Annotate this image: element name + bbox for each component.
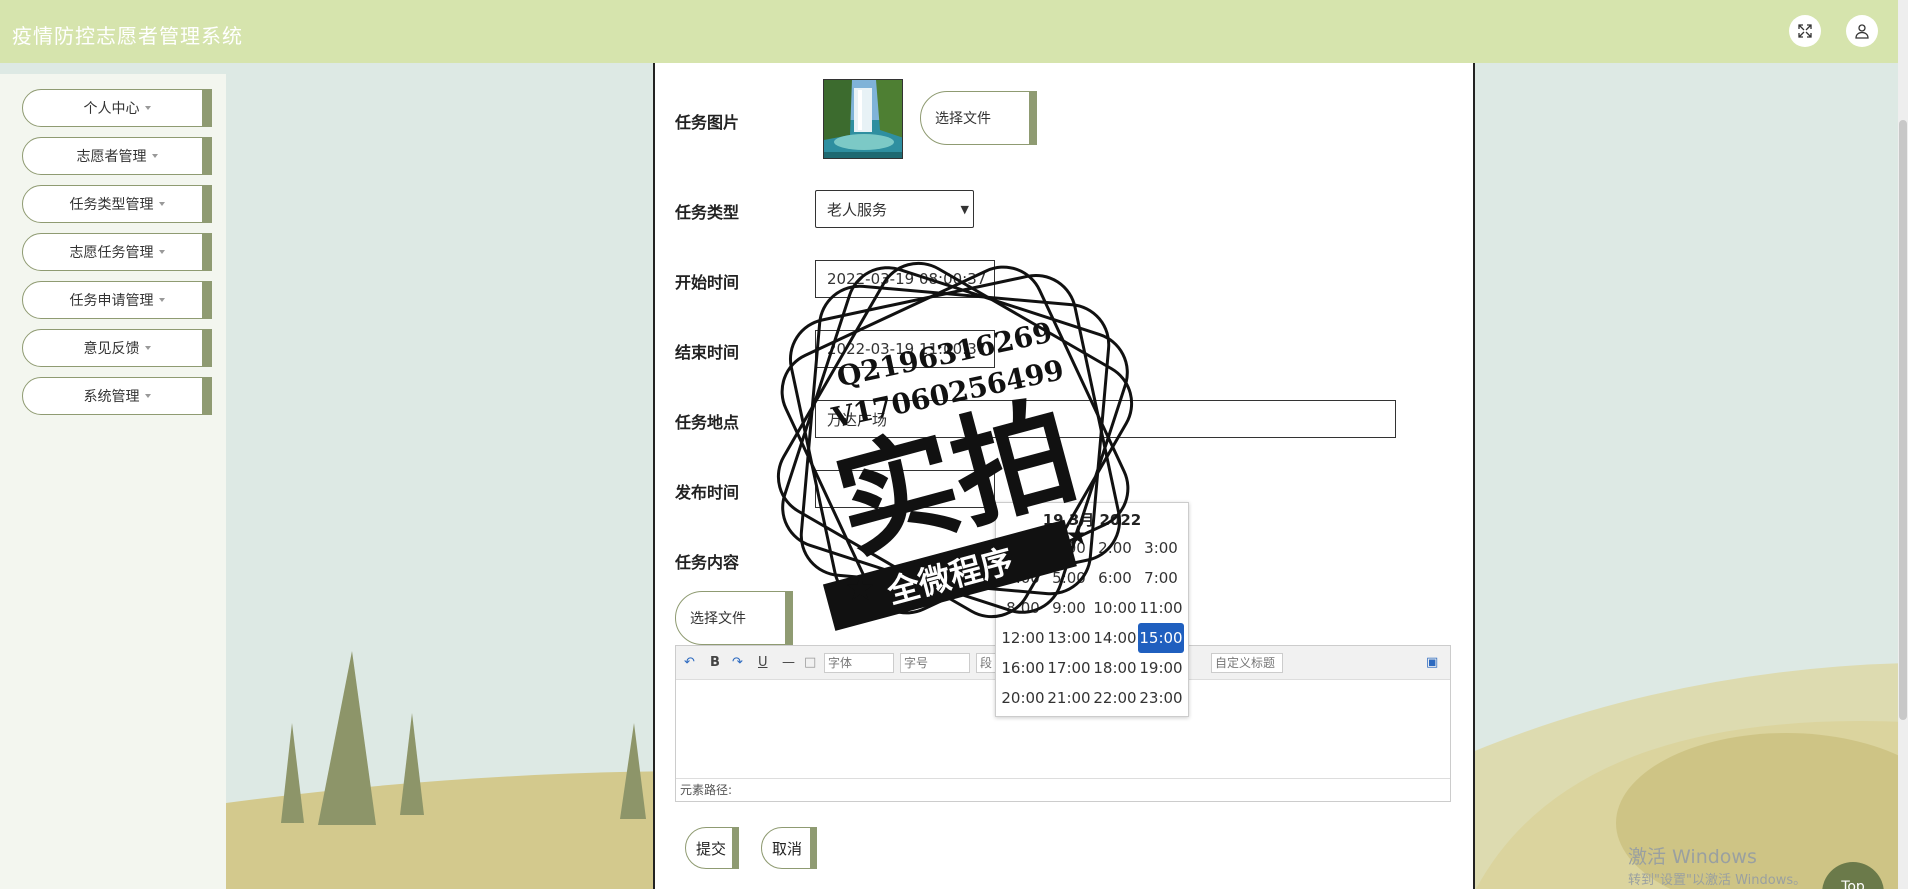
place-input[interactable]: 万达广场 xyxy=(815,400,1396,438)
hour-cell[interactable]: 20:00 xyxy=(1000,683,1046,713)
hour-cell-selected[interactable]: 15:00 xyxy=(1138,623,1184,653)
sidebar: 个人中心 志愿者管理 任务类型管理 志愿任务管理 任务申请管理 意见反馈 系统管… xyxy=(0,74,226,889)
user-button[interactable] xyxy=(1846,15,1878,47)
hour-cell[interactable]: 21:00 xyxy=(1046,683,1092,713)
hour-cell[interactable]: 18:00 xyxy=(1092,653,1138,683)
windows-activation-notice: 激活 Windows 转到"设置"以激活 Windows。 xyxy=(1628,842,1806,888)
task-image-thumbnail xyxy=(823,79,903,159)
task-form-panel: 任务图片 选择文件 任务类型 老人服务 ▼ 开始时间 2022-03-19 08… xyxy=(653,63,1475,889)
custom-heading-select[interactable]: 自定义标题 xyxy=(1211,653,1283,673)
hour-cell[interactable]: 8:00 xyxy=(1000,593,1046,623)
hour-cell[interactable]: 14:00 xyxy=(1092,623,1138,653)
place-label: 任务地点 xyxy=(675,413,740,432)
hour-cell[interactable]: 11:00 xyxy=(1138,593,1184,623)
sidebar-item-feedback[interactable]: 意见反馈 xyxy=(22,329,212,367)
redo-icon[interactable]: ↷ xyxy=(732,655,743,670)
hour-cell[interactable]: 19:00 xyxy=(1138,653,1184,683)
hour-cell[interactable]: 23:00 xyxy=(1138,683,1184,713)
hour-picker-popup: 19 3月 2022 0:00 1:00 2:00 3:00 4:00 5:00… xyxy=(995,502,1189,717)
hour-cell[interactable]: 16:00 xyxy=(1000,653,1046,683)
hour-cell[interactable]: 10:00 xyxy=(1092,593,1138,623)
bold-icon[interactable]: B xyxy=(710,655,720,670)
publish-time-input[interactable] xyxy=(815,470,995,508)
start-time-label: 开始时间 xyxy=(675,273,740,292)
end-time-input[interactable]: 2022-03-19 11:00:37 xyxy=(815,330,995,368)
top-header: 疫情防控志愿者管理系统 xyxy=(0,0,1908,63)
publish-time-label: 发布时间 xyxy=(675,483,740,502)
element-path: 元素路径: xyxy=(676,778,1450,801)
caret-down-icon xyxy=(144,346,151,350)
sidebar-item-personal-center[interactable]: 个人中心 xyxy=(22,89,212,127)
waterfall-image xyxy=(824,80,902,158)
sidebar-item-system-mgmt[interactable]: 系统管理 xyxy=(22,377,212,415)
underline-icon[interactable]: U xyxy=(758,655,768,670)
start-time-input[interactable]: 2022-03-19 08:00:37 xyxy=(815,260,995,298)
cancel-button[interactable]: 取消 xyxy=(761,827,817,869)
type-label: 任务类型 xyxy=(675,203,740,222)
preview-icon[interactable]: ▣ xyxy=(1426,655,1438,670)
horizontal-rule-icon[interactable]: — xyxy=(782,655,795,670)
content-label: 任务内容 xyxy=(675,553,740,572)
hour-cell[interactable]: 12:00 xyxy=(1000,623,1046,653)
image-file-button[interactable]: 选择文件 xyxy=(920,91,1037,145)
chevron-down-icon: ▼ xyxy=(960,202,969,216)
hour-cell[interactable]: 7:00 xyxy=(1138,563,1184,593)
app-title: 疫情防控志愿者管理系统 xyxy=(12,24,243,48)
hour-cell[interactable]: 4:00 xyxy=(1000,563,1046,593)
page-icon[interactable]: □ xyxy=(804,655,816,670)
activation-subtitle: 转到"设置"以激活 Windows。 xyxy=(1628,873,1807,888)
sidebar-item-volunteer-mgmt[interactable]: 志愿者管理 xyxy=(22,137,212,175)
font-family-select[interactable]: 字体 xyxy=(824,653,894,673)
picker-date-title: 19 3月 2022 xyxy=(1042,511,1142,529)
end-time-label: 结束时间 xyxy=(675,343,740,362)
caret-down-icon xyxy=(158,202,165,206)
font-size-select[interactable]: 字号 xyxy=(900,653,970,673)
expand-icon xyxy=(1798,24,1812,38)
user-icon xyxy=(1855,24,1869,39)
page-scrollbar[interactable] xyxy=(1898,0,1908,889)
task-type-select[interactable]: 老人服务 ▼ xyxy=(815,190,974,228)
fullscreen-button[interactable] xyxy=(1789,15,1821,47)
hour-cell[interactable]: 5:00 xyxy=(1046,563,1092,593)
hour-cell[interactable]: 6:00 xyxy=(1092,563,1138,593)
hour-cell[interactable]: 1:00 xyxy=(1046,533,1092,563)
hour-cell[interactable]: 0:00 xyxy=(1000,533,1046,563)
caret-down-icon xyxy=(144,394,151,398)
undo-icon[interactable]: ↶ xyxy=(684,655,695,670)
submit-button[interactable]: 提交 xyxy=(685,827,739,869)
hour-cell[interactable]: 9:00 xyxy=(1046,593,1092,623)
content-file-button[interactable]: 选择文件 xyxy=(675,591,793,645)
hour-cell[interactable]: 22:00 xyxy=(1092,683,1138,713)
caret-down-icon xyxy=(158,250,165,254)
scrollbar-thumb[interactable] xyxy=(1899,120,1907,720)
sidebar-item-volunteer-task-mgmt[interactable]: 志愿任务管理 xyxy=(22,233,212,271)
caret-down-icon xyxy=(151,154,158,158)
sidebar-item-task-apply-mgmt[interactable]: 任务申请管理 xyxy=(22,281,212,319)
sidebar-item-task-type-mgmt[interactable]: 任务类型管理 xyxy=(22,185,212,223)
hour-grid: 0:00 1:00 2:00 3:00 4:00 5:00 6:00 7:00 … xyxy=(1000,533,1188,713)
hour-cell[interactable]: 3:00 xyxy=(1138,533,1184,563)
hour-cell[interactable]: 17:00 xyxy=(1046,653,1092,683)
activation-title: 激活 Windows xyxy=(1628,846,1757,868)
image-label: 任务图片 xyxy=(675,113,740,132)
caret-down-icon xyxy=(158,298,165,302)
hour-cell[interactable]: 13:00 xyxy=(1046,623,1092,653)
caret-down-icon xyxy=(144,106,151,110)
hour-cell[interactable]: 2:00 xyxy=(1092,533,1138,563)
